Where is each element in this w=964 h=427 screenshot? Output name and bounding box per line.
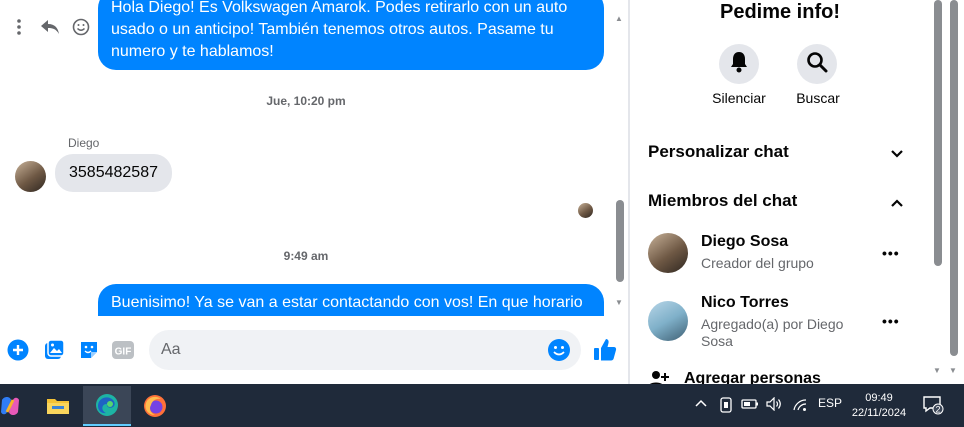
message-timestamp: Jue, 10:20 pm (266, 94, 346, 108)
clock-date: 22/11/2024 (851, 407, 907, 419)
firefox-icon[interactable] (131, 386, 179, 426)
chat-scrollbar[interactable]: ▲ ▼ (612, 0, 628, 316)
notifications-icon[interactable]: 2 (922, 394, 944, 419)
device-icon[interactable] (719, 397, 733, 416)
message-composer: GIF (0, 316, 628, 384)
system-clock[interactable]: 09:49 22/11/2024 (846, 391, 912, 421)
customize-chat-label: Personalizar chat (648, 142, 789, 161)
copilot-icon[interactable] (0, 386, 34, 426)
svg-text:GIF: GIF (115, 347, 132, 358)
member-item[interactable]: Diego Sosa Creador del grupo ••• (648, 233, 918, 277)
wifi-icon[interactable] (792, 398, 808, 415)
member-options-icon[interactable]: ••• (882, 245, 900, 261)
search-button[interactable] (797, 44, 837, 84)
more-options-icon[interactable] (8, 16, 30, 38)
gif-icon[interactable]: GIF (111, 338, 135, 362)
member-name: Diego Sosa (701, 233, 789, 250)
emoji-icon[interactable] (547, 338, 571, 367)
member-avatar (648, 233, 688, 273)
notification-count: 2 (935, 405, 940, 415)
add-people-button[interactable]: Agregar personas (648, 370, 821, 384)
outgoing-message[interactable]: Buenisimo! Ya se van a estar contactando… (98, 284, 604, 316)
sender-avatar[interactable] (15, 161, 46, 192)
edge-icon[interactable] (83, 386, 131, 426)
photo-icon[interactable] (42, 338, 66, 362)
incoming-message[interactable]: 3585482587 (55, 154, 172, 192)
scroll-up-arrow-icon[interactable]: ▲ (615, 14, 623, 23)
scroll-down-arrow-icon[interactable]: ▼ (949, 366, 957, 375)
member-avatar (648, 301, 688, 341)
sender-name: Diego (68, 136, 100, 150)
chevron-down-icon (890, 144, 904, 164)
reply-icon[interactable] (39, 16, 61, 38)
window-scrollbars: ▼ ▼ (930, 0, 964, 384)
clock-time: 09:49 (865, 392, 893, 404)
chevron-up-icon (890, 193, 904, 213)
add-person-icon (648, 371, 670, 384)
message-timestamp: 9:49 am (283, 249, 329, 263)
member-options-icon[interactable]: ••• (882, 313, 900, 329)
read-receipt-avatar (578, 203, 593, 218)
like-thumbs-up-icon[interactable] (592, 337, 618, 363)
language-indicator[interactable]: ESP (818, 396, 842, 410)
chat-members-label: Miembros del chat (648, 191, 798, 210)
react-emoji-icon[interactable] (70, 16, 92, 38)
taskbar: ESP 09:49 22/11/2024 2 (0, 384, 964, 427)
member-role: Creador del grupo (701, 255, 814, 271)
message-input[interactable] (161, 330, 541, 370)
battery-icon[interactable] (741, 398, 759, 413)
conversation-area: Hola Diego! Es Volkswagen Amarok. Podes … (0, 0, 612, 316)
search-icon (806, 51, 828, 78)
search-label: Buscar (796, 90, 840, 106)
member-name: Nico Torres (701, 294, 789, 311)
sticker-icon[interactable] (77, 338, 101, 362)
volume-icon[interactable] (766, 396, 782, 414)
add-people-label: Agregar personas (684, 370, 821, 384)
mute-button[interactable] (719, 44, 759, 84)
member-item[interactable]: Nico Torres Agregado(a) por Diego Sosa •… (648, 294, 918, 352)
member-role: Agregado(a) por Diego Sosa (701, 316, 844, 349)
message-actions (8, 16, 92, 38)
plus-icon[interactable] (6, 338, 30, 362)
message-input-field[interactable] (149, 330, 581, 370)
chat-title: Pedime info! (719, 1, 840, 23)
chat-scrollbar-thumb[interactable] (616, 200, 624, 282)
mute-label: Silenciar (712, 90, 766, 106)
scroll-down-arrow-icon[interactable]: ▼ (933, 366, 941, 375)
chat-members-section[interactable]: Miembros del chat (648, 191, 918, 211)
page-scrollbar-thumb[interactable] (950, 0, 958, 356)
outgoing-message[interactable]: Hola Diego! Es Volkswagen Amarok. Podes … (98, 0, 604, 70)
scroll-down-arrow-icon[interactable]: ▼ (615, 298, 623, 307)
file-explorer-icon[interactable] (34, 386, 82, 426)
panel-scrollbar-thumb[interactable] (934, 0, 942, 266)
show-hidden-icons-chevron-icon[interactable] (694, 397, 708, 411)
customize-chat-section[interactable]: Personalizar chat (648, 142, 918, 162)
bell-icon (729, 51, 749, 78)
chat-info-panel: Pedime info! Silenciar Buscar Personaliz… (630, 0, 930, 384)
